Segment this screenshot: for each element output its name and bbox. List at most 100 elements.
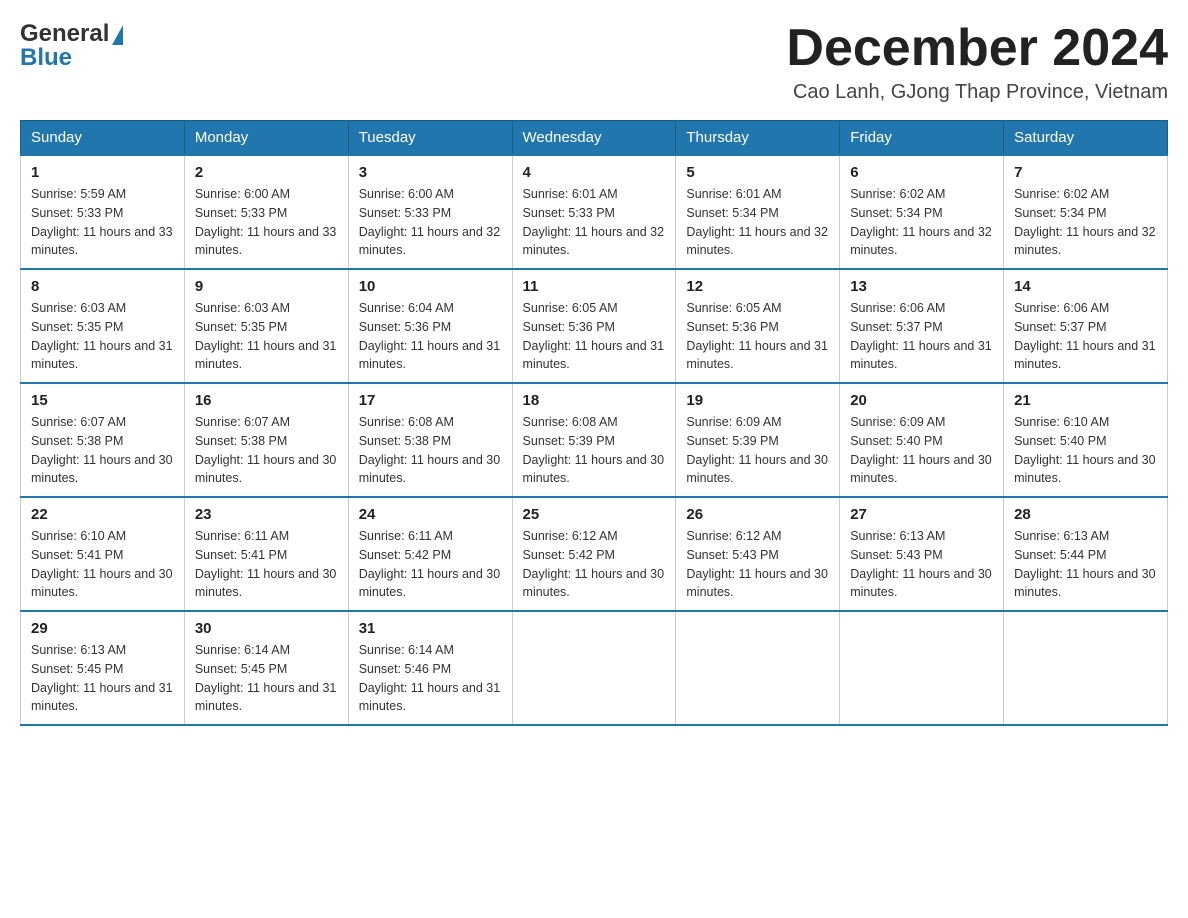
sunrise-text: Sunrise: 6:03 AM bbox=[31, 301, 126, 315]
day-number: 16 bbox=[195, 392, 338, 409]
day-number: 10 bbox=[359, 278, 502, 295]
sunrise-text: Sunrise: 6:02 AM bbox=[850, 187, 945, 201]
col-sunday: Sunday bbox=[21, 121, 185, 156]
table-row: 11 Sunrise: 6:05 AM Sunset: 5:36 PM Dayligh… bbox=[512, 269, 676, 383]
daylight-text: Daylight: 11 hours and 30 minutes. bbox=[523, 453, 665, 486]
day-number: 25 bbox=[523, 506, 666, 523]
table-row: 15Sunrise: 6:07 AMSunset: 5:38 PMDayligh… bbox=[21, 383, 185, 497]
col-thursday: Thursday bbox=[676, 121, 840, 156]
sunset-text: Sunset: 5:42 PM bbox=[359, 548, 451, 562]
sunset-text: Sunset: 5:36 PM bbox=[523, 320, 615, 334]
sunrise-text: Sunrise: 6:12 AM bbox=[523, 529, 618, 543]
logo-blue: Blue bbox=[20, 44, 123, 72]
daylight-text: Daylight: 11 hours and 30 minutes. bbox=[850, 567, 992, 600]
sunrise-text: Sunrise: 6:05 AM bbox=[686, 301, 781, 315]
sunrise-text: Sunrise: 6:09 AM bbox=[850, 415, 945, 429]
table-row: 4Sunrise: 6:01 AMSunset: 5:33 PMDaylight… bbox=[512, 155, 676, 269]
sunrise-text: Sunrise: 6:02 AM bbox=[1014, 187, 1109, 201]
daylight-text: Daylight: 11 hours and 33 minutes. bbox=[31, 225, 173, 258]
day-number: 18 bbox=[523, 392, 666, 409]
day-info: Sunrise: 6:04 AM Sunset: 5:36 PM Daylight:… bbox=[359, 299, 502, 374]
day-info: Sunrise: 6:12 AMSunset: 5:43 PMDaylight:… bbox=[686, 527, 829, 602]
daylight-text: Daylight: 11 hours and 31 minutes. bbox=[850, 339, 992, 372]
sunrise-text: Sunrise: 6:10 AM bbox=[31, 529, 126, 543]
sunset-text: Sunset: 5:36 PM bbox=[359, 320, 451, 334]
daylight-text: Daylight: 11 hours and 30 minutes. bbox=[195, 567, 337, 600]
daylight-text: Daylight: 11 hours and 30 minutes. bbox=[359, 567, 501, 600]
table-row: 24Sunrise: 6:11 AMSunset: 5:42 PMDayligh… bbox=[348, 497, 512, 611]
daylight-text: Daylight: 11 hours and 32 minutes. bbox=[850, 225, 992, 258]
sunset-text: Sunset: 5:33 PM bbox=[31, 206, 123, 220]
table-row: 21Sunrise: 6:10 AMSunset: 5:40 PMDayligh… bbox=[1004, 383, 1168, 497]
sunset-text: Sunset: 5:44 PM bbox=[1014, 548, 1106, 562]
daylight-text: Daylight: 11 hours and 31 minutes. bbox=[359, 681, 501, 714]
sunset-text: Sunset: 5:33 PM bbox=[195, 206, 287, 220]
table-row bbox=[512, 611, 676, 725]
day-info: Sunrise: 6:03 AMSunset: 5:35 PMDaylight:… bbox=[195, 299, 338, 374]
table-row: 20Sunrise: 6:09 AMSunset: 5:40 PMDayligh… bbox=[840, 383, 1004, 497]
calendar-week-row: 22Sunrise: 6:10 AMSunset: 5:41 PMDayligh… bbox=[21, 497, 1168, 611]
sunset-text: Sunset: 5:38 PM bbox=[359, 434, 451, 448]
day-number: 11 bbox=[523, 278, 666, 295]
sunset-text: Sunset: 5:34 PM bbox=[850, 206, 942, 220]
day-number: 5 bbox=[686, 164, 829, 181]
sunrise-text: Sunrise: 6:05 AM bbox=[523, 301, 618, 315]
table-row bbox=[840, 611, 1004, 725]
daylight-text: Daylight: 11 hours and 30 minutes. bbox=[31, 453, 173, 486]
sunset-text: Sunset: 5:35 PM bbox=[195, 320, 287, 334]
day-info: Sunrise: 6:02 AMSunset: 5:34 PMDaylight:… bbox=[1014, 185, 1157, 260]
calendar-week-row: 29Sunrise: 6:13 AMSunset: 5:45 PMDayligh… bbox=[21, 611, 1168, 725]
day-number: 21 bbox=[1014, 392, 1157, 409]
table-row: 28Sunrise: 6:13 AMSunset: 5:44 PMDayligh… bbox=[1004, 497, 1168, 611]
day-info: Sunrise: 6:05 AM Sunset: 5:36 PM Daylight:… bbox=[523, 299, 666, 374]
sunrise-text: Sunrise: 6:14 AM bbox=[359, 643, 454, 657]
daylight-text: Daylight: 11 hours and 30 minutes. bbox=[31, 567, 173, 600]
day-info: Sunrise: 6:02 AM Sunset: 5:34 PM Daylight:… bbox=[850, 185, 993, 260]
sunrise-text: Sunrise: 6:13 AM bbox=[850, 529, 945, 543]
table-row: 9Sunrise: 6:03 AMSunset: 5:35 PMDaylight… bbox=[184, 269, 348, 383]
table-row: 26 Sunrise: 6:12 AMSunset: 5:43 PMDayligh… bbox=[676, 497, 840, 611]
sunset-text: Sunset: 5:36 PM bbox=[686, 320, 778, 334]
day-info: Sunrise: 6:07 AMSunset: 5:38 PMDaylight:… bbox=[31, 413, 174, 488]
sunset-text: Sunset: 5:37 PM bbox=[850, 320, 942, 334]
day-number: 8 bbox=[31, 278, 174, 295]
day-info: Sunrise: 6:00 AMSunset: 5:33 PMDaylight:… bbox=[359, 185, 502, 260]
day-number: 23 bbox=[195, 506, 338, 523]
daylight-text: Daylight: 11 hours and 32 minutes. bbox=[523, 225, 665, 258]
table-row: 19Sunrise: 6:09 AMSunset: 5:39 PMDayligh… bbox=[676, 383, 840, 497]
calendar-header-row: Sunday Monday Tuesday Wednesday Thursday… bbox=[21, 121, 1168, 156]
location-title: Cao Lanh, GJong Thap Province, Vietnam bbox=[786, 81, 1168, 104]
sunset-text: Sunset: 5:38 PM bbox=[31, 434, 123, 448]
day-info: Sunrise: 6:13 AMSunset: 5:45 PMDaylight:… bbox=[31, 641, 174, 716]
sunrise-text: Sunrise: 6:03 AM bbox=[195, 301, 290, 315]
day-info: Sunrise: 6:03 AMSunset: 5:35 PMDaylight:… bbox=[31, 299, 174, 374]
day-info: Sunrise: 6:12 AMSunset: 5:42 PMDaylight:… bbox=[523, 527, 666, 602]
day-number: 9 bbox=[195, 278, 338, 295]
daylight-text: Daylight: 11 hours and 31 minutes. bbox=[31, 681, 173, 714]
daylight-text: Daylight: 11 hours and 31 minutes. bbox=[523, 339, 665, 372]
col-tuesday: Tuesday bbox=[348, 121, 512, 156]
day-info: Sunrise: 6:14 AMSunset: 5:45 PMDaylight:… bbox=[195, 641, 338, 716]
sunrise-text: Sunrise: 6:06 AM bbox=[850, 301, 945, 315]
table-row: 1Sunrise: 5:59 AMSunset: 5:33 PMDaylight… bbox=[21, 155, 185, 269]
day-info: Sunrise: 6:07 AMSunset: 5:38 PMDaylight:… bbox=[195, 413, 338, 488]
sunset-text: Sunset: 5:33 PM bbox=[359, 206, 451, 220]
daylight-text: Daylight: 11 hours and 30 minutes. bbox=[686, 567, 828, 600]
sunset-text: Sunset: 5:42 PM bbox=[523, 548, 615, 562]
calendar-table: Sunday Monday Tuesday Wednesday Thursday… bbox=[20, 120, 1168, 726]
table-row: 13Sunrise: 6:06 AMSunset: 5:37 PMDayligh… bbox=[840, 269, 1004, 383]
day-info: Sunrise: 6:08 AMSunset: 5:38 PMDaylight:… bbox=[359, 413, 502, 488]
sunset-text: Sunset: 5:40 PM bbox=[850, 434, 942, 448]
day-info: Sunrise: 6:08 AMSunset: 5:39 PMDaylight:… bbox=[523, 413, 666, 488]
sunrise-text: Sunrise: 6:04 AM bbox=[359, 301, 454, 315]
day-number: 4 bbox=[523, 164, 666, 181]
calendar-week-row: 8Sunrise: 6:03 AMSunset: 5:35 PMDaylight… bbox=[21, 269, 1168, 383]
sunrise-text: Sunrise: 6:09 AM bbox=[686, 415, 781, 429]
month-title: December 2024 bbox=[786, 20, 1168, 77]
day-info: Sunrise: 5:59 AMSunset: 5:33 PMDaylight:… bbox=[31, 185, 174, 260]
logo-text: General Blue bbox=[20, 20, 123, 72]
day-info: Sunrise: 6:14 AMSunset: 5:46 PMDaylight:… bbox=[359, 641, 502, 716]
day-number: 26 bbox=[686, 506, 829, 523]
sunrise-text: Sunrise: 6:13 AM bbox=[1014, 529, 1109, 543]
daylight-text: Daylight: 11 hours and 31 minutes. bbox=[359, 339, 501, 372]
